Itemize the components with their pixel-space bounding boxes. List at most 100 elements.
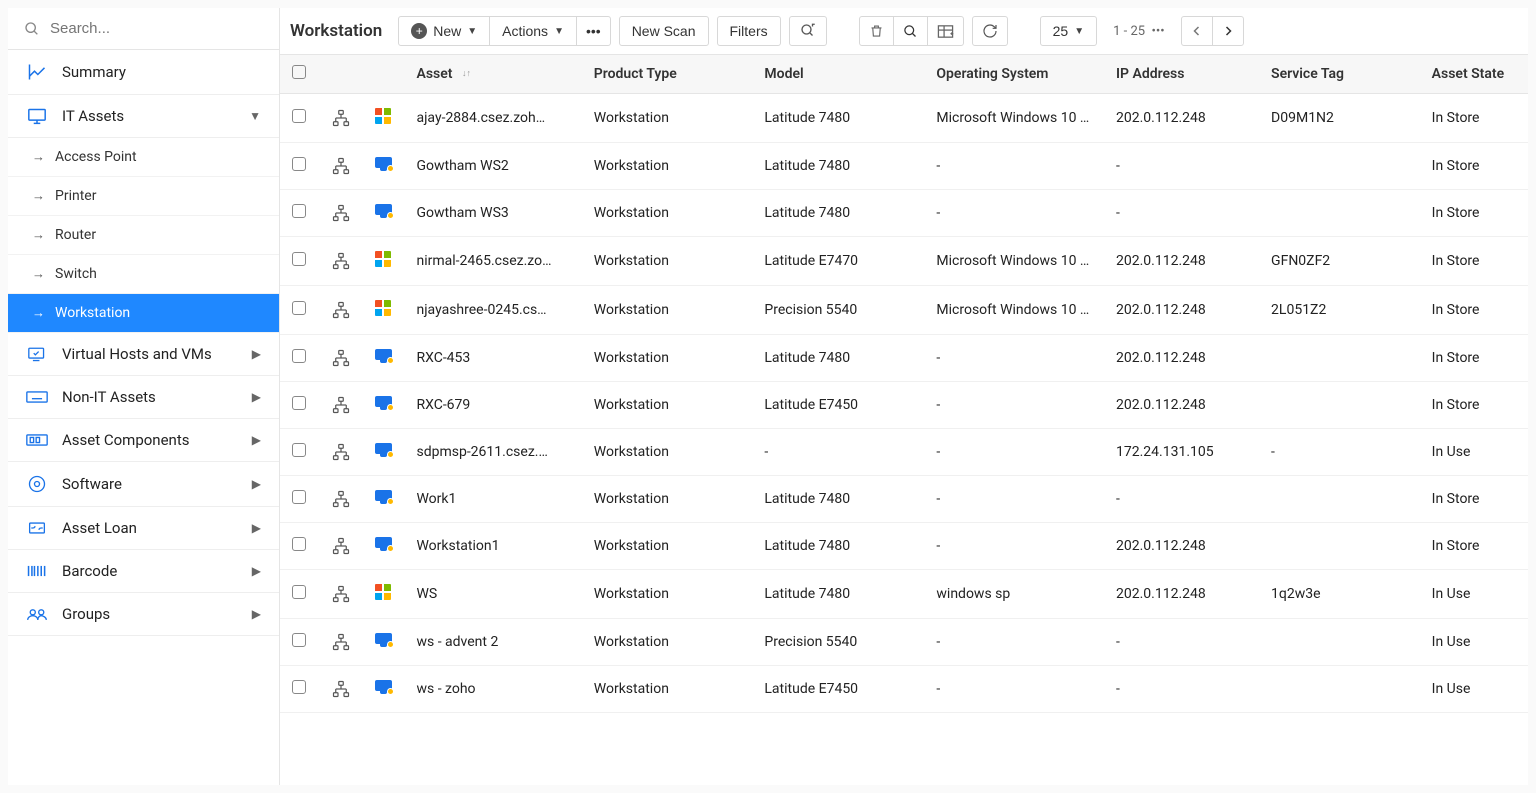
row-checkbox[interactable] bbox=[292, 443, 306, 457]
cell-asset[interactable]: sdpmsp-2611.csez.… bbox=[404, 429, 581, 476]
cell-asset[interactable]: WS bbox=[404, 570, 581, 619]
col-os[interactable]: Operating System bbox=[924, 55, 1104, 94]
table-row[interactable]: ws - advent 2 Workstation Precision 5540… bbox=[280, 619, 1528, 666]
page-size-button[interactable]: 25 ▼ bbox=[1040, 16, 1097, 46]
cell-service-tag bbox=[1259, 619, 1420, 666]
delete-button[interactable] bbox=[859, 16, 894, 46]
nav-summary[interactable]: Summary bbox=[8, 50, 279, 95]
cell-service-tag bbox=[1259, 476, 1420, 523]
caret-right-icon: ▶ bbox=[252, 521, 261, 535]
cell-asset[interactable]: Gowtham WS2 bbox=[404, 143, 581, 190]
select-all-checkbox[interactable] bbox=[292, 65, 306, 79]
arrow-right-icon: → bbox=[32, 266, 45, 282]
column-config-button[interactable] bbox=[927, 16, 964, 46]
row-checkbox[interactable] bbox=[292, 252, 306, 266]
row-checkbox[interactable] bbox=[292, 349, 306, 363]
col-ip[interactable]: IP Address bbox=[1104, 55, 1259, 94]
nav-non-it-assets[interactable]: Non-IT Assets ▶ bbox=[8, 376, 279, 419]
actions-button[interactable]: Actions ▼ bbox=[489, 16, 577, 46]
row-checkbox[interactable] bbox=[292, 109, 306, 123]
hierarchy-icon[interactable] bbox=[332, 109, 352, 127]
search-box[interactable] bbox=[8, 8, 279, 50]
new-scan-button[interactable]: New Scan bbox=[619, 16, 709, 46]
hierarchy-icon[interactable] bbox=[332, 585, 352, 603]
nav-asset-components[interactable]: Asset Components ▶ bbox=[8, 419, 279, 462]
hierarchy-icon[interactable] bbox=[332, 680, 352, 698]
nav-asset-loan[interactable]: Asset Loan ▶ bbox=[8, 507, 279, 550]
sidebar-sub-router[interactable]: →Router bbox=[8, 216, 279, 255]
table-row[interactable]: nirmal-2465.csez.zo… Workstation Latitud… bbox=[280, 237, 1528, 286]
hierarchy-icon[interactable] bbox=[332, 157, 352, 175]
table-row[interactable]: njayashree-0245.cs… Workstation Precisio… bbox=[280, 286, 1528, 335]
chart-line-icon bbox=[26, 62, 48, 82]
cell-asset[interactable]: Gowtham WS3 bbox=[404, 190, 581, 237]
search-input[interactable] bbox=[50, 20, 263, 37]
hierarchy-icon[interactable] bbox=[332, 349, 352, 367]
cell-asset[interactable]: Work1 bbox=[404, 476, 581, 523]
table-row[interactable]: WS Workstation Latitude 7480 windows sp … bbox=[280, 570, 1528, 619]
hierarchy-icon[interactable] bbox=[332, 301, 352, 319]
nav-groups[interactable]: Groups ▶ bbox=[8, 593, 279, 636]
hierarchy-icon[interactable] bbox=[332, 204, 352, 222]
cell-asset[interactable]: RXC-453 bbox=[404, 335, 581, 382]
row-checkbox[interactable] bbox=[292, 204, 306, 218]
nav-barcode[interactable]: Barcode ▶ bbox=[8, 550, 279, 593]
table-row[interactable]: ajay-2884.csez.zoh… Workstation Latitude… bbox=[280, 94, 1528, 143]
cell-asset[interactable]: ajay-2884.csez.zoh… bbox=[404, 94, 581, 143]
hierarchy-icon[interactable] bbox=[332, 396, 352, 414]
row-checkbox[interactable] bbox=[292, 157, 306, 171]
more-actions-button[interactable]: ••• bbox=[576, 16, 611, 46]
table-wrapper[interactable]: Asset ↓↑ Product Type Model Operating Sy… bbox=[280, 55, 1528, 785]
cell-asset[interactable]: nirmal-2465.csez.zo… bbox=[404, 237, 581, 286]
sidebar-sub-workstation[interactable]: →Workstation bbox=[8, 294, 279, 333]
nav-software[interactable]: Software ▶ bbox=[8, 462, 279, 507]
table-row[interactable]: RXC-679 Workstation Latitude E7450 - 202… bbox=[280, 382, 1528, 429]
hierarchy-icon[interactable] bbox=[332, 537, 352, 555]
prev-page-button[interactable] bbox=[1181, 16, 1213, 46]
hierarchy-icon[interactable] bbox=[332, 490, 352, 508]
cell-asset[interactable]: njayashree-0245.cs… bbox=[404, 286, 581, 335]
table-search-button[interactable] bbox=[893, 16, 928, 46]
components-icon bbox=[26, 432, 48, 448]
nav-it-assets[interactable]: IT Assets ▼ bbox=[8, 95, 279, 138]
table-row[interactable]: Workstation1 Workstation Latitude 7480 -… bbox=[280, 523, 1528, 570]
cell-asset[interactable]: Workstation1 bbox=[404, 523, 581, 570]
filters-button[interactable]: Filters bbox=[717, 16, 781, 46]
table-row[interactable]: Gowtham WS2 Workstation Latitude 7480 - … bbox=[280, 143, 1528, 190]
col-asset[interactable]: Asset ↓↑ bbox=[404, 55, 581, 94]
refresh-button[interactable] bbox=[972, 16, 1008, 46]
table-row[interactable]: Gowtham WS3 Workstation Latitude 7480 - … bbox=[280, 190, 1528, 237]
cell-asset[interactable]: RXC-679 bbox=[404, 382, 581, 429]
hierarchy-icon[interactable] bbox=[332, 633, 352, 651]
nav-label: Asset Components bbox=[62, 431, 189, 449]
next-page-button[interactable] bbox=[1212, 16, 1244, 46]
col-product-type[interactable]: Product Type bbox=[582, 55, 753, 94]
cell-model: Latitude E7450 bbox=[752, 666, 924, 713]
table-row[interactable]: sdpmsp-2611.csez.… Workstation - - 172.2… bbox=[280, 429, 1528, 476]
col-asset-state[interactable]: Asset State bbox=[1420, 55, 1528, 94]
nav-virtual-hosts[interactable]: Virtual Hosts and VMs ▶ bbox=[8, 333, 279, 376]
row-checkbox[interactable] bbox=[292, 396, 306, 410]
cell-product-type: Workstation bbox=[582, 190, 753, 237]
row-checkbox[interactable] bbox=[292, 301, 306, 315]
cell-asset[interactable]: ws - advent 2 bbox=[404, 619, 581, 666]
row-checkbox[interactable] bbox=[292, 633, 306, 647]
table-row[interactable]: Work1 Workstation Latitude 7480 - - In S… bbox=[280, 476, 1528, 523]
table-row[interactable]: ws - zoho Workstation Latitude E7450 - -… bbox=[280, 666, 1528, 713]
row-checkbox[interactable] bbox=[292, 537, 306, 551]
sidebar-sub-switch[interactable]: →Switch bbox=[8, 255, 279, 294]
hierarchy-icon[interactable] bbox=[332, 443, 352, 461]
sidebar-sub-printer[interactable]: →Printer bbox=[8, 177, 279, 216]
new-button[interactable]: + New ▼ bbox=[398, 16, 490, 46]
col-service-tag[interactable]: Service Tag bbox=[1259, 55, 1420, 94]
table-row[interactable]: RXC-453 Workstation Latitude 7480 - 202.… bbox=[280, 335, 1528, 382]
row-checkbox[interactable] bbox=[292, 490, 306, 504]
cell-asset[interactable]: ws - zoho bbox=[404, 666, 581, 713]
cell-asset-state: In Store bbox=[1420, 476, 1528, 523]
saved-views-button[interactable] bbox=[789, 16, 827, 46]
col-model[interactable]: Model bbox=[752, 55, 924, 94]
row-checkbox[interactable] bbox=[292, 585, 306, 599]
hierarchy-icon[interactable] bbox=[332, 252, 352, 270]
row-checkbox[interactable] bbox=[292, 680, 306, 694]
sidebar-sub-access-point[interactable]: →Access Point bbox=[8, 138, 279, 177]
